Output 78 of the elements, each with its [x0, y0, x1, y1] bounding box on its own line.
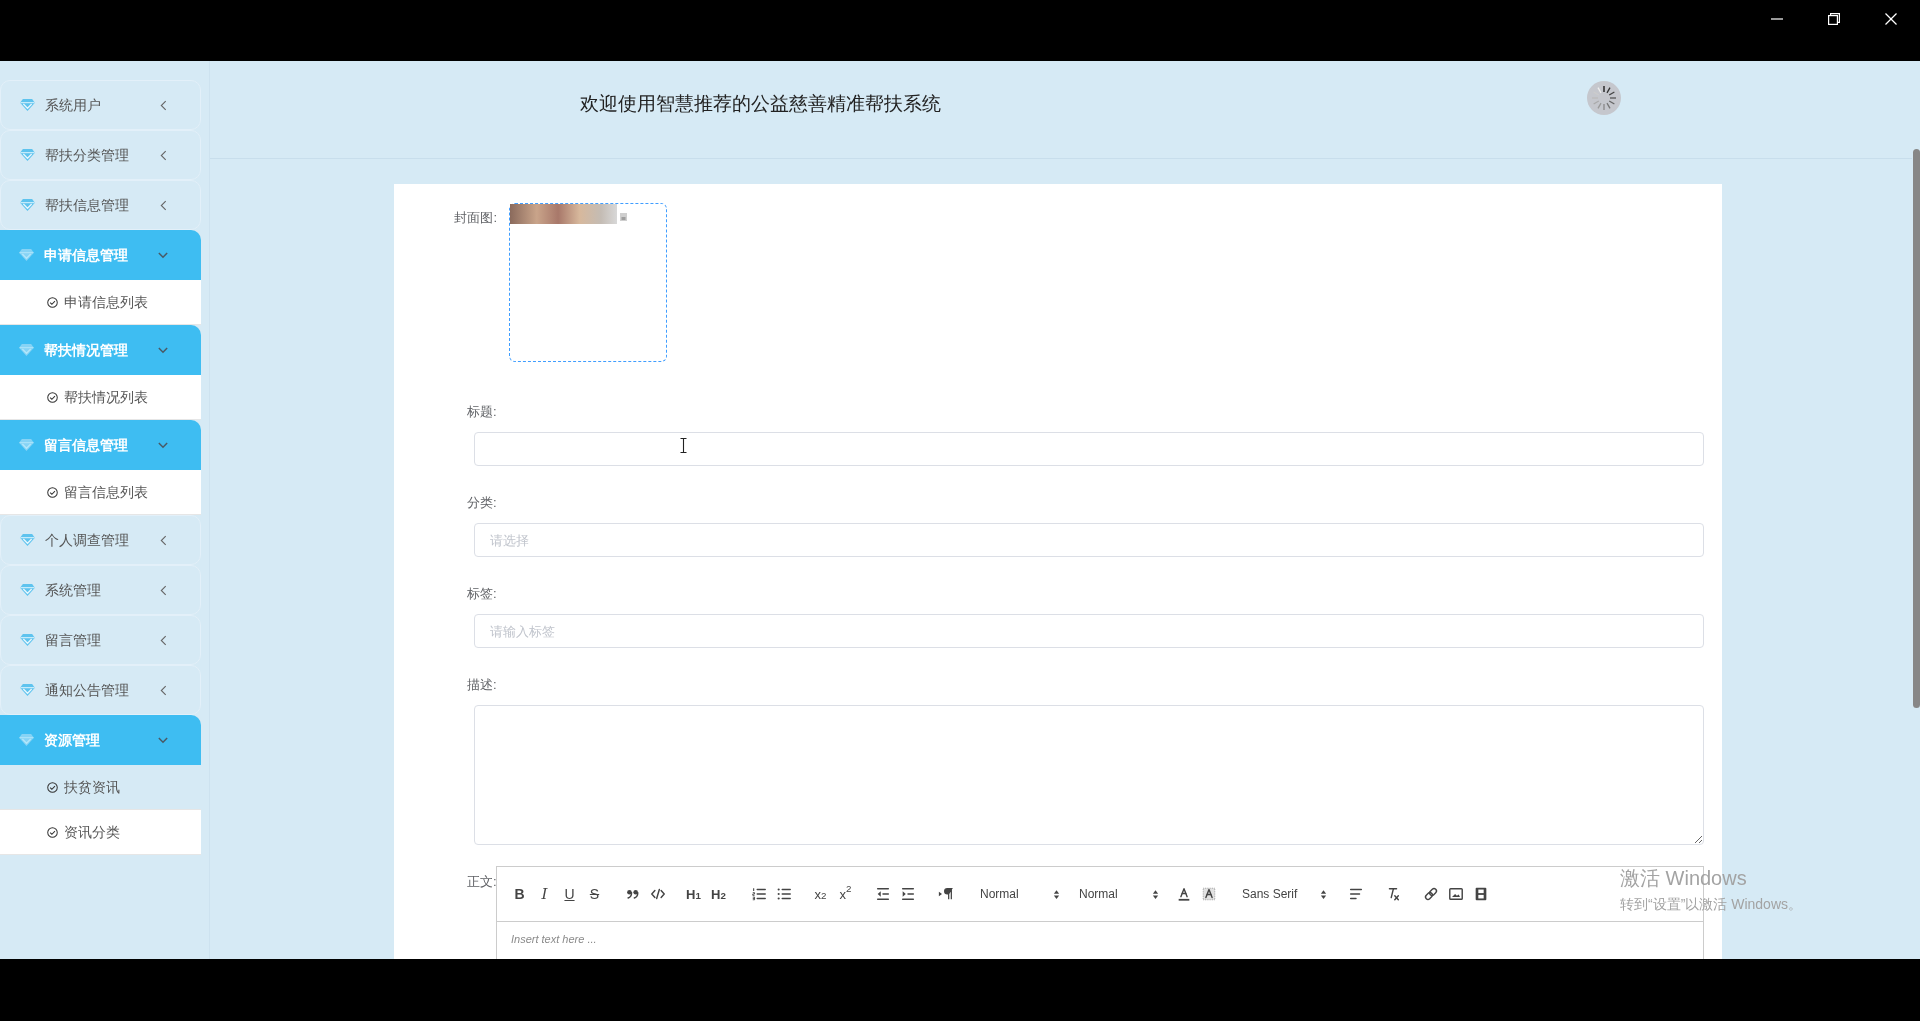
check-circle-icon: [47, 296, 58, 308]
submenu-item[interactable]: 帮扶情况列表: [0, 375, 201, 420]
select-field[interactable]: 请选择: [474, 523, 1704, 557]
gem-icon: [20, 584, 35, 596]
editor-field[interactable]: Insert text here ...: [496, 922, 1704, 959]
chevron-left-icon: [160, 199, 167, 211]
bold-button[interactable]: B: [507, 882, 532, 906]
highlight-icon: [1200, 886, 1217, 902]
chevron-left-icon: [160, 99, 167, 111]
menu-item[interactable]: 个人调查管理: [0, 515, 201, 565]
gem-icon: [19, 344, 34, 356]
menu-item[interactable]: 系统用户: [0, 80, 201, 130]
dropdown[interactable]: Normal: [1070, 882, 1168, 906]
field-label: 封面图:: [453, 210, 497, 226]
field-label: 正文:: [467, 874, 496, 890]
check-circle-icon: [47, 391, 58, 403]
chevron-down-icon: [158, 441, 168, 449]
underline-button[interactable]: U: [557, 882, 582, 906]
updown-arrows-icon: [1053, 888, 1060, 900]
chevron-down-icon: [158, 251, 168, 259]
align-left-icon: [1347, 886, 1364, 902]
page-title: 欢迎使用智慧推荐的公益慈善精准帮扶系统: [580, 92, 941, 116]
check-circle-icon: [47, 781, 58, 793]
code-icon: [649, 886, 666, 902]
text-cursor-icon: [680, 438, 687, 453]
chevron-left-icon: [160, 149, 167, 161]
chevron-down-icon: [158, 346, 168, 354]
chevron-left-icon: [160, 684, 167, 696]
chevron-left-icon: [160, 634, 167, 646]
gem-icon: [19, 249, 34, 261]
field-label: 标签:: [467, 586, 497, 602]
updown-arrows-icon: [1152, 888, 1159, 900]
gem-icon: [20, 684, 35, 696]
check-circle-icon: [47, 826, 58, 838]
scrollbar-thumb[interactable]: [1913, 149, 1920, 708]
updown-arrows-icon: [1320, 888, 1327, 900]
menu-item[interactable]: 系统管理: [0, 565, 201, 615]
indent-icon: [899, 886, 916, 902]
dropdown[interactable]: Normal: [971, 882, 1069, 906]
field-label: 标题:: [467, 404, 497, 420]
outdent-icon: [874, 886, 891, 902]
textarea-field[interactable]: [474, 705, 1704, 845]
menu-item[interactable]: 留言管理: [0, 615, 201, 665]
activation-notice-text: 转到“设置”以激活 Windows。: [1620, 895, 1802, 913]
link-icon: [1422, 886, 1439, 902]
chevron-left-icon: [160, 534, 167, 546]
chevron-left-icon: [160, 584, 167, 596]
image-icon: [1447, 886, 1464, 902]
strikethrough-button[interactable]: S: [582, 882, 607, 906]
text-direction-icon: [937, 886, 954, 902]
submenu-item[interactable]: 申请信息列表: [0, 280, 201, 325]
gem-icon: [20, 199, 35, 211]
image-icon: [620, 213, 627, 221]
spinner-icon: [1587, 81, 1621, 115]
numbered-list-icon: [750, 886, 767, 902]
bullet-list-icon: [775, 886, 792, 902]
gem-icon: [19, 734, 34, 746]
submenu-item[interactable]: 留言信息列表: [0, 470, 201, 515]
activation-notice-title: 激活 Windows: [1620, 866, 1747, 890]
restore-icon: [1827, 13, 1840, 25]
close-icon: [1885, 13, 1897, 25]
gem-icon: [20, 149, 35, 161]
menu-item[interactable]: 帮扶分类管理: [0, 130, 201, 180]
field-label: 描述:: [467, 677, 497, 693]
superscript-button[interactable]: x$^{2}$: [833, 882, 858, 906]
gem-icon: [20, 534, 35, 546]
submenu-item[interactable]: 资讯分类: [0, 810, 201, 855]
input-field[interactable]: 请输入标签: [474, 614, 1704, 648]
input-field[interactable]: [474, 432, 1704, 466]
gem-icon: [20, 634, 35, 646]
italic-button[interactable]: I: [532, 882, 557, 906]
chevron-down-icon: [158, 736, 168, 744]
check-circle-icon: [47, 486, 58, 498]
dropdown[interactable]: Sans Serif: [1233, 882, 1333, 906]
gem-icon: [20, 99, 35, 111]
upload-box[interactable]: [509, 203, 667, 362]
gem-icon: [19, 439, 34, 451]
field-label: 分类:: [467, 495, 497, 511]
